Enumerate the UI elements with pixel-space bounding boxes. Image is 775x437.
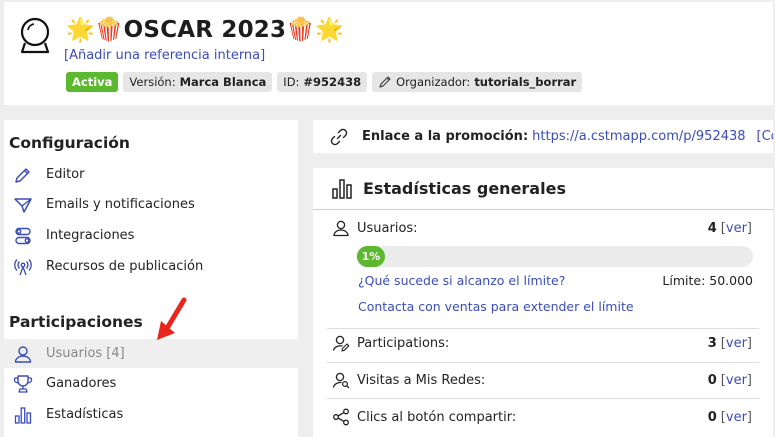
view-share-clicks-link[interactable]: [ver] xyxy=(721,410,752,425)
sidebar-item-emails[interactable]: Emails y notificaciones xyxy=(4,190,298,219)
view-users-link[interactable]: [ver] xyxy=(721,221,752,236)
contact-sales-link[interactable]: Contacta con ventas para extender el lím… xyxy=(358,299,634,314)
sidebar-item-label: Recursos de publicación xyxy=(46,259,204,274)
sidebar-item-estadisticas[interactable]: Estadísticas xyxy=(4,400,298,429)
organizer-value: tutorials_borrar xyxy=(474,75,577,89)
sidebar-item-recursos[interactable]: Recursos de publicación xyxy=(4,252,298,281)
user-icon xyxy=(13,344,33,364)
promotion-tags: Activa Versión: Marca Blanca ID: #952438… xyxy=(66,72,583,92)
paper-plane-icon xyxy=(13,195,33,215)
version-value: Marca Blanca xyxy=(179,75,267,89)
sidebar: Configuración Editor Emails y notificaci… xyxy=(4,120,298,437)
stats-value: 4 xyxy=(707,220,717,236)
sidebar-item-integraciones[interactable]: Integraciones xyxy=(4,221,298,250)
stats-value: 0 xyxy=(707,409,717,425)
stats-label: Participations: xyxy=(357,335,450,351)
sidebar-item-label: Usuarios [4] xyxy=(46,346,125,361)
stats-row-usuarios: Usuarios: 4 [ver] xyxy=(313,216,773,240)
stats-row-clics: Clics al botón compartir: 0 [ver] xyxy=(313,405,773,429)
id-value: #952438 xyxy=(303,75,362,89)
limit-question-link[interactable]: ¿Qué sucede si alcanzo el límite? xyxy=(358,273,565,288)
id-label: ID: xyxy=(283,75,300,89)
promotion-link-bar: Enlace a la promoción: https://a.cstmapp… xyxy=(313,120,773,153)
trophy-icon xyxy=(13,374,33,394)
view-visits-link[interactable]: [ver] xyxy=(721,373,752,388)
sidebar-item-label: Ganadores xyxy=(46,376,117,391)
user-icon xyxy=(331,218,351,238)
divider xyxy=(327,328,759,329)
sidebar-item-label: Estadísticas xyxy=(46,407,124,422)
crystal-ball-icon xyxy=(18,16,52,56)
user-pen-icon xyxy=(331,333,351,353)
organizer-tag[interactable]: Organizador: tutorials_borrar xyxy=(372,72,583,92)
promotion-url-link[interactable]: https://a.cstmapp.com/p/952438 xyxy=(532,129,745,144)
stats-row-participations: Participations: 3 [ver] xyxy=(313,331,773,355)
stats-value: 0 xyxy=(707,372,717,388)
sidebar-item-ganadores[interactable]: Ganadores xyxy=(4,369,298,398)
promotion-header: 🌟🍿OSCAR 2023🍿🌟 [Añadir una referencia in… xyxy=(4,2,773,105)
progress-fill: 1% xyxy=(357,246,385,267)
user-search-icon xyxy=(331,370,351,390)
limit-text: Límite: 50.000 xyxy=(662,273,753,288)
stats-value: 3 xyxy=(707,335,717,351)
sidebar-item-usuarios[interactable]: Usuarios [4] xyxy=(4,339,298,368)
general-statistics-panel: Estadísticas generales Usuarios: 4 [ver]… xyxy=(313,168,773,437)
toggles-icon xyxy=(13,226,33,246)
users-limit-progress-bar: 1% xyxy=(356,246,753,267)
limit-info: ¿Qué sucede si alcanzo el límite? Límite… xyxy=(358,273,753,288)
add-internal-reference-link[interactable]: [Añadir una referencia interna] xyxy=(64,48,265,63)
bar-chart-icon xyxy=(331,178,353,200)
version-tag: Versión: Marca Blanca xyxy=(123,72,273,92)
stats-title: Estadísticas generales xyxy=(363,179,566,198)
bar-chart-icon xyxy=(13,405,33,425)
stats-header: Estadísticas generales xyxy=(313,168,773,210)
status-badge: Activa xyxy=(66,72,119,92)
pencil-icon xyxy=(13,165,33,185)
stats-label: Usuarios: xyxy=(357,220,418,236)
section-title-participaciones: Participaciones xyxy=(9,313,143,331)
link-icon xyxy=(330,128,348,146)
divider xyxy=(327,362,759,363)
version-label: Versión: xyxy=(129,75,176,89)
stats-row-visitas: Visitas a Mis Redes: 0 [ver] xyxy=(313,368,773,392)
broadcast-icon xyxy=(13,257,33,277)
sidebar-item-editor[interactable]: Editor xyxy=(4,160,298,189)
sidebar-item-label: Emails y notificaciones xyxy=(46,197,195,212)
view-participations-link[interactable]: [ver] xyxy=(721,336,752,351)
copy-link-button[interactable]: [Copiar] xyxy=(757,129,773,144)
sidebar-item-label: Editor xyxy=(46,167,85,182)
promotion-link-label: Enlace a la promoción: xyxy=(362,129,529,144)
organizer-label: Organizador: xyxy=(396,75,471,89)
sidebar-item-label: Integraciones xyxy=(46,228,135,243)
section-title-configuracion: Configuración xyxy=(9,134,130,152)
red-arrow-annotation-icon xyxy=(154,296,190,344)
page-title: 🌟🍿OSCAR 2023🍿🌟 xyxy=(66,17,344,43)
stats-label: Clics al botón compartir: xyxy=(357,409,517,425)
stats-label: Visitas a Mis Redes: xyxy=(357,372,486,388)
pencil-icon xyxy=(378,75,392,89)
divider xyxy=(327,398,759,399)
id-tag: ID: #952438 xyxy=(277,72,368,92)
share-icon xyxy=(331,407,351,427)
